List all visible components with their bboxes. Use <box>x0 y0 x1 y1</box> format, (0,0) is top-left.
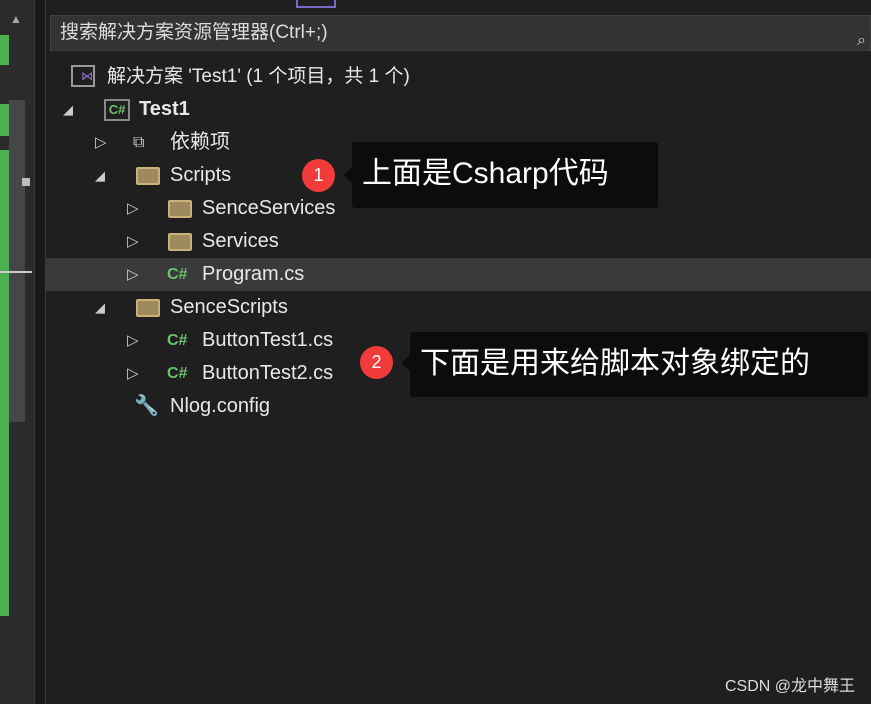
annotation-badge: 1 <box>302 159 335 192</box>
annotation-callout: 下面是用来给脚本对象绑定的 <box>410 332 868 397</box>
folder-icon <box>168 233 192 251</box>
annotation-badge: 2 <box>360 346 393 379</box>
toolbar-button[interactable] <box>296 0 336 8</box>
left-gutter: ▲ <box>0 0 34 704</box>
collapsed-arrow-icon[interactable]: ▷ <box>127 258 139 291</box>
toolbar <box>46 0 871 12</box>
dependencies-icon: ⧉ <box>133 134 145 151</box>
tree-solution[interactable]: ⋈ 解决方案 'Test1' (1 个项目，共 1 个) <box>46 60 871 93</box>
scroll-thumb[interactable] <box>22 178 30 186</box>
expanded-arrow-icon[interactable]: ◢ <box>95 159 105 192</box>
folder-icon <box>168 200 192 218</box>
tree-item-label: Scripts <box>170 164 232 186</box>
tree-project[interactable]: ◢ C# Test1 <box>46 93 871 126</box>
splitter[interactable] <box>34 0 46 704</box>
tree-item-label: 依赖项 <box>170 131 230 153</box>
tree-item-label: Program.cs <box>202 263 305 285</box>
solution-label: 解决方案 'Test1' (1 个项目，共 1 个) <box>107 66 410 87</box>
callout-pointer <box>401 355 410 371</box>
csharp-file-icon: C# <box>167 266 188 283</box>
change-marker <box>0 104 9 136</box>
search-icon[interactable]: ⌕ <box>857 24 866 58</box>
collapsed-arrow-icon[interactable]: ▷ <box>127 357 139 390</box>
tree-item-label: Services <box>202 230 279 252</box>
collapsed-arrow-icon[interactable]: ▷ <box>95 126 107 159</box>
tree-item-label: SenceScripts <box>170 296 288 318</box>
csharp-project-icon: C# <box>104 99 130 121</box>
csharp-file-icon: C# <box>167 365 188 382</box>
search-input[interactable]: 搜索解决方案资源管理器(Ctrl+;) ⌕ <box>50 15 871 51</box>
collapsed-arrow-icon[interactable]: ▷ <box>127 192 139 225</box>
callout-pointer <box>343 167 352 183</box>
folder-icon <box>136 299 160 317</box>
tree-item[interactable]: ◢ SenceScripts <box>46 291 871 324</box>
csharp-file-icon: C# <box>167 332 188 349</box>
tree-item-label: SenceServices <box>202 197 336 219</box>
scroll-up-icon[interactable]: ▲ <box>10 12 22 26</box>
project-label: Test1 <box>139 98 190 120</box>
annotation-callout: 上面是Csharp代码 <box>352 142 658 208</box>
change-marker <box>0 35 9 65</box>
collapsed-arrow-icon[interactable]: ▷ <box>127 225 139 258</box>
collapsed-arrow-icon[interactable]: ▷ <box>127 324 139 357</box>
expanded-arrow-icon[interactable]: ◢ <box>63 93 73 126</box>
tree-item-label: ButtonTest1.cs <box>202 329 334 351</box>
change-marker <box>0 150 9 616</box>
folder-icon <box>136 167 160 185</box>
position-line <box>0 271 32 273</box>
solution-icon: ⋈ <box>71 65 95 87</box>
search-placeholder: 搜索解决方案资源管理器(Ctrl+;) <box>60 22 328 43</box>
tree-item-label: ButtonTest2.cs <box>202 362 334 384</box>
config-file-icon: 🔧 <box>134 395 159 417</box>
scrollbar[interactable] <box>9 100 25 422</box>
tree-item[interactable]: ▷ Services <box>46 225 871 258</box>
watermark: CSDN @龙中舞王 <box>724 678 855 695</box>
expanded-arrow-icon[interactable]: ◢ <box>95 291 105 324</box>
tree-item-label: Nlog.config <box>170 395 271 417</box>
tree-item[interactable]: ▷ C# Program.cs <box>46 258 871 291</box>
